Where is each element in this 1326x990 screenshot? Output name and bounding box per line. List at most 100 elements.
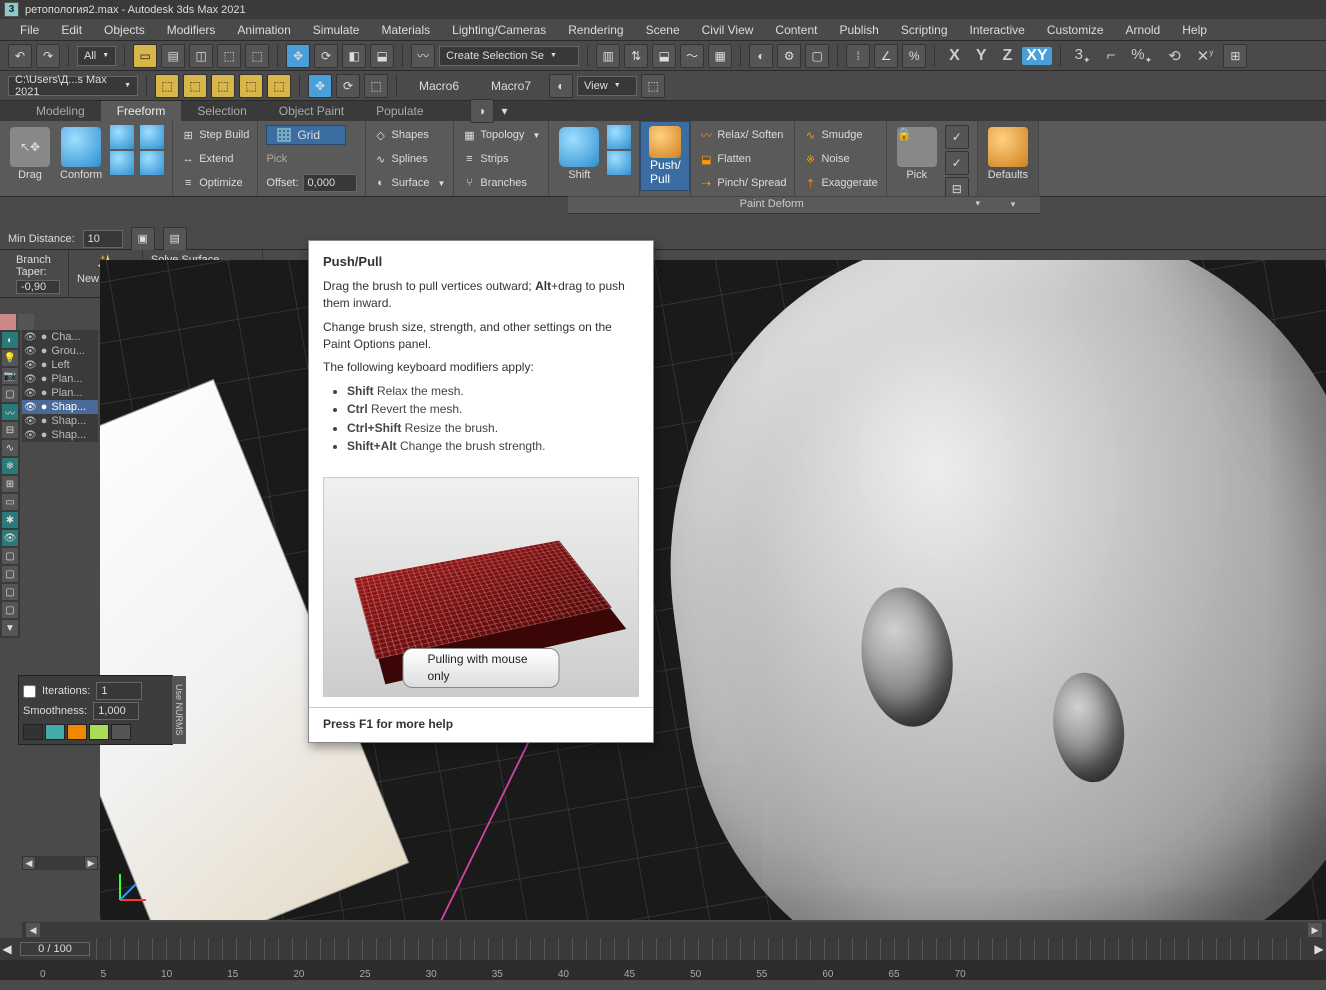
defaults-button[interactable]: Defaults <box>986 125 1030 183</box>
curve-editor-button[interactable]: 〜 <box>680 44 704 68</box>
timeline-ticks[interactable] <box>96 938 1312 960</box>
menu-interactive[interactable]: Interactive <box>960 20 1035 40</box>
axis-x[interactable]: X <box>943 47 966 65</box>
smoothness-spinner[interactable]: 1,000 <box>93 702 139 720</box>
ribbon-extra-a[interactable]: ◑ <box>470 99 494 123</box>
scale-gizmo-button[interactable]: ⬚ <box>364 74 388 98</box>
menu-objects[interactable]: Objects <box>94 20 155 40</box>
offset-spinner[interactable]: 0,000 <box>303 174 357 192</box>
exaggerate-button[interactable]: ⇡Exaggerate <box>803 173 877 193</box>
visibility-icon[interactable]: 👁 <box>24 430 37 441</box>
scene-scroll-left[interactable]: ◀ <box>22 856 36 870</box>
layer-button[interactable]: ⬓ <box>652 44 676 68</box>
scene-scroll-right[interactable]: ▶ <box>84 856 98 870</box>
opt-a[interactable]: ▣ <box>131 227 155 251</box>
tab-populate[interactable]: Populate <box>360 101 439 121</box>
scene-item[interactable]: 👁●Grou... <box>22 344 98 358</box>
timeline-right-icon[interactable]: ▶ <box>1312 942 1326 956</box>
visibility-icon[interactable]: 👁 <box>24 388 37 399</box>
menu-content[interactable]: Content <box>765 20 827 40</box>
nurms-checkbox[interactable] <box>23 685 36 698</box>
shift-tool[interactable]: Shift <box>557 125 601 183</box>
paint-deform-expand-icon[interactable]: ▾ <box>975 198 980 209</box>
align-button[interactable]: ⇅ <box>624 44 648 68</box>
tab-objectpaint[interactable]: Object Paint <box>263 101 360 121</box>
pick-deform-button[interactable]: 🔒 Pick <box>895 125 939 183</box>
macro6-button[interactable]: Macro6 <box>405 79 473 93</box>
flatten-button[interactable]: ⬓Flatten <box>699 149 751 169</box>
macro7-button[interactable]: Macro7 <box>477 79 545 93</box>
selection-filter-dropdown[interactable]: All <box>77 46 116 66</box>
mode-b[interactable] <box>18 314 34 330</box>
shift-variant-b[interactable] <box>607 151 631 175</box>
render-setup-button[interactable]: ⚙ <box>777 44 801 68</box>
visibility-icon[interactable]: 👁 <box>24 346 37 357</box>
menu-scripting[interactable]: Scripting <box>891 20 958 40</box>
li-light[interactable]: 💡 <box>2 350 18 366</box>
visibility-icon[interactable]: 👁 <box>24 374 37 385</box>
li-b[interactable]: ▢ <box>2 566 18 582</box>
li-eye[interactable]: 👁 <box>2 530 18 546</box>
mirror-button[interactable]: ▥ <box>596 44 620 68</box>
li-particle[interactable]: ❄ <box>2 458 18 474</box>
strips-button[interactable]: ≡Strips <box>462 149 508 169</box>
topology-button[interactable]: ▦Topology▼ <box>462 125 540 145</box>
snap-3-icon[interactable]: 3✦ <box>1069 46 1097 66</box>
select-object-button[interactable]: ▭ <box>133 44 157 68</box>
visibility-icon[interactable]: 👁 <box>24 360 37 371</box>
undo-button[interactable]: ↶ <box>8 44 32 68</box>
step-build-button[interactable]: ⊞Step Build <box>181 125 249 145</box>
pickd-b[interactable]: ✓ <box>945 151 969 175</box>
material-button[interactable]: ◐ <box>749 44 773 68</box>
visibility-icon[interactable]: 👁 <box>24 402 37 413</box>
move-button[interactable]: ✥ <box>286 44 310 68</box>
view-dropdown[interactable]: View <box>577 76 637 96</box>
li-group[interactable]: ▭ <box>2 494 18 510</box>
scene-item[interactable]: 👁●Plan... <box>22 386 98 400</box>
hscroll-right-icon[interactable]: ▶ <box>1308 923 1322 937</box>
menu-edit[interactable]: Edit <box>51 20 92 40</box>
lasso-icon[interactable]: 〰 <box>411 44 435 68</box>
li-shape[interactable]: 〰 <box>2 404 18 420</box>
smudge-button[interactable]: ∿Smudge <box>803 125 862 145</box>
pick-button[interactable]: Pick <box>266 149 287 169</box>
viewport-hscroll[interactable]: ◀ ▶ <box>22 922 1326 938</box>
defaults-expand-icon[interactable]: ▾ <box>1011 199 1016 209</box>
scene-item[interactable]: 👁●Cha... <box>22 330 98 344</box>
snap-toggle-button[interactable]: ⁞ <box>846 44 870 68</box>
iterations-spinner[interactable]: 1 <box>96 682 142 700</box>
percent-icon[interactable]: %✦ <box>1125 46 1158 66</box>
li-cam[interactable]: 📷 <box>2 368 18 384</box>
placement-button[interactable]: ⬓ <box>370 44 394 68</box>
ribbon-chevron-icon[interactable]: ▾ <box>502 104 508 118</box>
shapes-button[interactable]: ◇Shapes <box>374 125 429 145</box>
surface-button[interactable]: ◐Surface▼ <box>374 173 446 193</box>
li-a[interactable]: ▢ <box>2 548 18 564</box>
visibility-icon[interactable]: 👁 <box>24 416 37 427</box>
menu-file[interactable]: File <box>10 20 49 40</box>
drag-tool[interactable]: ↖✥ Drag <box>8 125 52 183</box>
visibility-icon[interactable]: 👁 <box>24 332 37 343</box>
li-helper[interactable]: ▢ <box>2 386 18 402</box>
macro-misc-button[interactable]: ◐ <box>549 74 573 98</box>
swatch-c[interactable] <box>67 724 87 740</box>
schematic-button[interactable]: ▦ <box>708 44 732 68</box>
menu-modifiers[interactable]: Modifiers <box>157 20 226 40</box>
shift-variant-a[interactable] <box>607 125 631 149</box>
window-crossing-button[interactable]: ⬚ <box>217 44 241 68</box>
move-gizmo-button[interactable]: ✥ <box>308 74 332 98</box>
project-path-dropdown[interactable]: C:\Users\Д...s Max 2021 <box>8 76 138 96</box>
conform-variant-b[interactable] <box>110 151 134 175</box>
menu-lighting[interactable]: Lighting/Cameras <box>442 20 556 40</box>
render-frame-button[interactable]: ▢ <box>805 44 829 68</box>
view-extra-button[interactable]: ⬚ <box>641 74 665 98</box>
menu-publish[interactable]: Publish <box>829 20 888 40</box>
scene-item[interactable]: 👁●Shap... <box>22 400 98 414</box>
rotate-button[interactable]: ⟳ <box>314 44 338 68</box>
conform-variant-d[interactable] <box>140 151 164 175</box>
tool-a[interactable]: ⬚ <box>155 74 179 98</box>
axis-xy-active[interactable]: XY <box>1022 47 1051 65</box>
scale-button[interactable]: ◧ <box>342 44 366 68</box>
menu-materials[interactable]: Materials <box>371 20 440 40</box>
rotate-gizmo-button[interactable]: ⟳ <box>336 74 360 98</box>
